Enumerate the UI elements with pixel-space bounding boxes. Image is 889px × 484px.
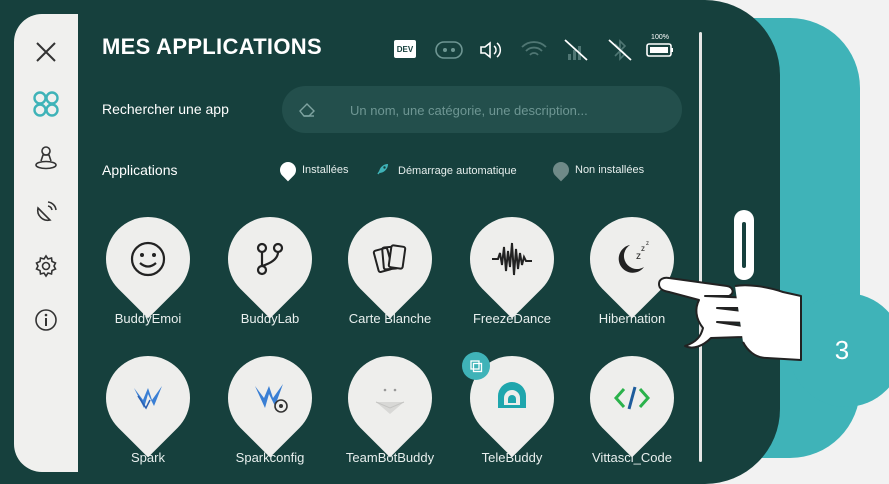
search-box[interactable] (282, 86, 682, 135)
copy-badge-icon (462, 352, 490, 380)
battery-icon: 100% (646, 34, 674, 58)
settings-gear-icon[interactable] (30, 250, 62, 282)
dev-badge: DEV (394, 40, 416, 58)
teambot-icon (370, 378, 410, 418)
installed-dot (276, 158, 300, 182)
app-tile-spark[interactable]: Spark (88, 338, 208, 465)
section-label: Applications (102, 162, 178, 178)
app-tile-carte-blanche[interactable]: Carte Blanche (330, 199, 450, 326)
app-tile-sparkconfig[interactable]: Sparkconfig (210, 338, 330, 465)
app-tile-teambotbuddy[interactable]: TeamBotBuddy (330, 338, 450, 465)
robot-face-icon (434, 38, 464, 62)
robot-icon[interactable] (30, 142, 62, 174)
app-icon-bg (452, 199, 572, 319)
app-tile-buddyemoi[interactable]: BuddyEmoi (88, 199, 208, 326)
app-icon-bg (210, 338, 330, 458)
cards-icon (370, 239, 410, 279)
volume-icon (478, 38, 504, 62)
waveform-icon (490, 239, 534, 279)
close-icon[interactable] (30, 36, 62, 68)
app-tile-buddylab[interactable]: BuddyLab (210, 199, 330, 326)
not-installed-dot (549, 158, 573, 182)
info-icon[interactable] (30, 304, 62, 336)
pointing-hand-icon (655, 262, 805, 377)
app-icon-bg (330, 338, 450, 458)
satellite-icon[interactable] (30, 196, 62, 228)
battery-text: 100% (651, 34, 669, 41)
moon-sleep-icon: zzz (610, 237, 654, 281)
apps-icon[interactable] (30, 88, 62, 120)
svg-text:z: z (646, 241, 649, 247)
page-title: MES APPLICATIONS (102, 34, 322, 59)
cellular-off-icon (562, 38, 590, 62)
scrollbar[interactable] (699, 32, 702, 462)
legend-installed: Installées (276, 158, 349, 182)
legend-autostart: Démarrage automatique (376, 162, 517, 179)
legend-not-installed: Non installées (549, 158, 645, 182)
app-icon-bg (88, 199, 208, 319)
step-number: 3 (834, 334, 850, 365)
rocket-icon (376, 162, 390, 179)
legend-label: Démarrage automatique (398, 164, 517, 177)
code-icon (612, 383, 652, 413)
app-tile-freezedance[interactable]: FreezeDance (452, 199, 572, 326)
eraser-icon[interactable] (298, 101, 316, 124)
bluetooth-off-icon (606, 38, 634, 62)
sidebar (14, 14, 78, 472)
telebuddy-icon (492, 378, 532, 418)
sparkconfig-icon (249, 378, 291, 418)
app-icon-bg (210, 199, 330, 319)
legend-label: Installées (302, 164, 349, 176)
device-screen: MES APPLICATIONS DEV 100% Rechercher une… (0, 0, 780, 484)
smiley-icon (128, 239, 168, 279)
search-input[interactable] (348, 86, 672, 135)
legend-label: Non installées (575, 164, 645, 176)
svg-text:z: z (641, 244, 645, 253)
search-label: Rechercher une app (102, 101, 229, 117)
app-icon-bg (88, 338, 208, 458)
spark-icon (128, 378, 168, 418)
wifi-icon (520, 38, 548, 62)
branch-icon (250, 239, 290, 279)
app-icon-bg (330, 199, 450, 319)
